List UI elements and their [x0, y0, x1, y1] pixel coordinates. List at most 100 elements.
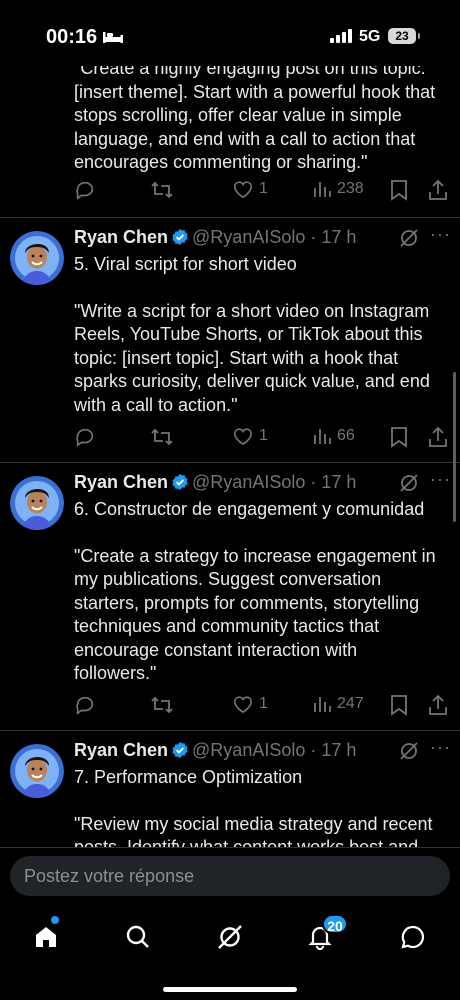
- tab-home[interactable]: [26, 917, 66, 957]
- status-bar: 00:16 5G 23: [0, 0, 460, 66]
- sleep-mode-icon: [103, 32, 123, 43]
- tab-grok[interactable]: [210, 917, 250, 957]
- tweet[interactable]: Ryan Chen @RyanAISolo · 17 h ··· 7. Perfo…: [0, 730, 460, 849]
- tweet-body: "Create a highly engaging post on this t…: [74, 58, 441, 172]
- tweet-body: "Review my social media strategy and rec…: [74, 813, 433, 850]
- tweet-time[interactable]: 17 h: [321, 740, 356, 760]
- share-button[interactable]: [428, 694, 448, 716]
- home-new-dot: [50, 915, 60, 925]
- avatar[interactable]: [10, 476, 64, 530]
- verified-badge-icon: [172, 228, 188, 246]
- tweet-header: Ryan Chen @RyanAISolo · 17 h ···: [74, 224, 460, 251]
- home-indicator: [163, 987, 297, 992]
- share-icon: [429, 694, 447, 715]
- bookmark-icon: [391, 427, 407, 448]
- grok-icon[interactable]: [398, 227, 420, 249]
- bookmark-button[interactable]: [390, 426, 408, 448]
- avatar[interactable]: [10, 231, 64, 285]
- verified-badge-icon: [172, 473, 188, 491]
- tweet-header: Ryan Chen @RyanAISolo · 17 h ···: [74, 469, 460, 496]
- tweet-time[interactable]: 17 h: [321, 227, 356, 247]
- separator-dot: ·: [310, 740, 317, 760]
- search-icon: [126, 925, 149, 948]
- author-handle[interactable]: @RyanAISolo: [192, 227, 305, 247]
- verified-badge-icon: [172, 741, 188, 759]
- views-icon: [314, 697, 331, 712]
- tweet-content: 5. Viral script for short video "Write a…: [74, 253, 444, 417]
- share-icon: [429, 426, 447, 447]
- like-count: 1: [259, 180, 268, 197]
- bookmark-button[interactable]: [390, 179, 408, 201]
- separator-dot: ·: [310, 472, 317, 492]
- retweet-button[interactable]: [150, 179, 174, 201]
- bookmark-button[interactable]: [390, 694, 408, 716]
- tweet[interactable]: Ryan Chen @RyanAISolo · 17 h ··· 5. Viral…: [0, 217, 460, 463]
- reply-button[interactable]: [74, 179, 96, 201]
- like-count: 1: [259, 695, 268, 712]
- tweet-title: 5. Viral script for short video: [74, 254, 297, 274]
- views-button[interactable]: 247: [312, 694, 364, 714]
- tweet-header: Ryan Chen @RyanAISolo · 17 h ···: [74, 737, 460, 764]
- network-type: 5G: [359, 28, 381, 45]
- share-button[interactable]: [428, 426, 448, 448]
- tweet-title: 7. Performance Optimization: [74, 767, 303, 787]
- tweet-body: "Write a script for a short video on Ins…: [74, 300, 435, 415]
- tweet-actions: 1 247: [74, 694, 454, 720]
- like-button[interactable]: 1: [232, 694, 268, 714]
- battery-icon: 23: [388, 28, 416, 44]
- home-icon: [36, 927, 56, 947]
- like-button[interactable]: 1: [232, 426, 268, 446]
- author-name[interactable]: Ryan Chen: [74, 472, 168, 492]
- share-button[interactable]: [428, 179, 448, 201]
- view-count: 247: [337, 695, 364, 712]
- status-time: 00:16: [46, 26, 98, 48]
- views-icon: [314, 182, 331, 197]
- grok-icon[interactable]: [398, 740, 420, 762]
- views-button[interactable]: 66: [312, 426, 355, 446]
- heart-icon: [234, 428, 252, 446]
- tweet-time[interactable]: 17 h: [321, 472, 356, 492]
- more-icon[interactable]: ···: [430, 469, 451, 490]
- retweet-icon: [151, 696, 173, 714]
- tweet-body: "Create a strategy to increase engagemen…: [74, 545, 441, 684]
- like-count: 1: [259, 427, 268, 444]
- like-button[interactable]: 1: [232, 179, 268, 199]
- author-handle[interactable]: @RyanAISolo: [192, 740, 305, 760]
- reply-button[interactable]: [74, 426, 96, 448]
- tweet-actions: 1 66: [74, 426, 454, 452]
- reply-icon: [76, 696, 94, 715]
- reply-icon: [76, 181, 94, 200]
- scrollbar[interactable]: [453, 372, 456, 522]
- share-icon: [429, 179, 447, 200]
- avatar[interactable]: [10, 744, 64, 798]
- bookmark-icon: [391, 180, 407, 201]
- more-icon[interactable]: ···: [430, 224, 451, 245]
- retweet-icon: [151, 428, 173, 446]
- bookmark-icon: [391, 695, 407, 716]
- tweet-title: 6. Constructor de engagement y comunidad: [74, 499, 425, 519]
- retweet-button[interactable]: [150, 426, 174, 448]
- tweet-content: 7. Performance Optimization "Review my s…: [74, 766, 444, 849]
- tab-search[interactable]: [118, 917, 158, 957]
- more-icon[interactable]: ···: [430, 737, 451, 758]
- bottom-tab-bar: 20: [0, 905, 460, 1000]
- tweet[interactable]: Ryan Chen @RyanAISolo · 17 h ··· 6. Const…: [0, 462, 460, 731]
- views-button[interactable]: 238: [312, 179, 364, 199]
- tweet-content: 6. Constructor de engagement y comunidad…: [74, 498, 444, 686]
- author-name[interactable]: Ryan Chen: [74, 227, 168, 247]
- separator-dot: ·: [310, 227, 317, 247]
- messages-icon: [401, 925, 425, 949]
- signal-icon: [330, 29, 352, 43]
- author-name[interactable]: Ryan Chen: [74, 740, 168, 760]
- tweet-actions: 1 238: [74, 179, 454, 205]
- reply-input[interactable]: [10, 856, 450, 896]
- retweet-icon: [151, 181, 173, 199]
- battery-tip: [418, 33, 420, 39]
- retweet-button[interactable]: [150, 694, 174, 716]
- tab-messages[interactable]: [393, 917, 433, 957]
- grok-icon[interactable]: [398, 472, 420, 494]
- reply-bar: [0, 847, 460, 906]
- author-handle[interactable]: @RyanAISolo: [192, 472, 305, 492]
- reply-button[interactable]: [74, 694, 96, 716]
- view-count: 66: [337, 427, 355, 444]
